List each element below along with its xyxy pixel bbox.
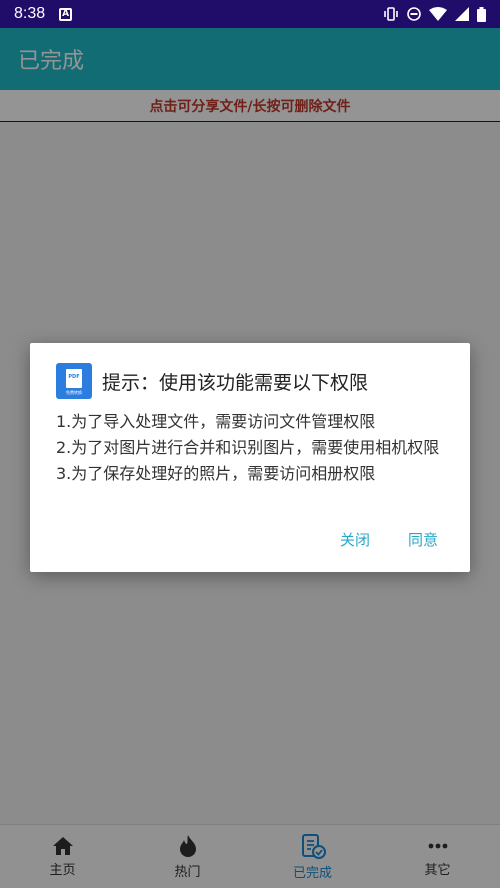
pdf-app-icon: PDF 免费转换	[56, 363, 92, 399]
pdf-icon-subtext: 免费转换	[66, 390, 82, 395]
permission-line: 3.为了保存处理好的照片，需要访问相册权限	[56, 464, 376, 483]
dialog-body: 1.为了导入处理文件，需要访问文件管理权限 2.为了对图片进行合并和识别图片，需…	[56, 409, 444, 487]
pdf-icon-text: PDF	[68, 374, 80, 380]
battery-icon	[477, 6, 486, 22]
close-button[interactable]: 关闭	[340, 529, 370, 550]
status-time: 8:38	[14, 5, 46, 22]
permission-line: 2.为了对图片进行合并和识别图片，需要使用相机权限	[56, 438, 440, 457]
agree-button[interactable]: 同意	[408, 529, 438, 550]
do-not-disturb-icon	[407, 7, 421, 21]
permission-line: 1.为了导入处理文件，需要访问文件管理权限	[56, 412, 376, 431]
status-bar: 8:38 A	[0, 0, 500, 28]
wifi-icon	[429, 7, 447, 21]
vibrate-icon	[384, 7, 398, 21]
dialog-header: PDF 免费转换 提示：使用该功能需要以下权限	[56, 363, 444, 399]
dialog-title: 提示：使用该功能需要以下权限	[102, 371, 369, 394]
permission-dialog: PDF 免费转换 提示：使用该功能需要以下权限 1.为了导入处理文件，需要访问文…	[30, 343, 470, 572]
dialog-actions: 关闭 同意	[340, 529, 438, 550]
signal-icon	[455, 7, 469, 21]
status-icons	[383, 6, 486, 22]
notification-icon: A	[59, 7, 73, 21]
